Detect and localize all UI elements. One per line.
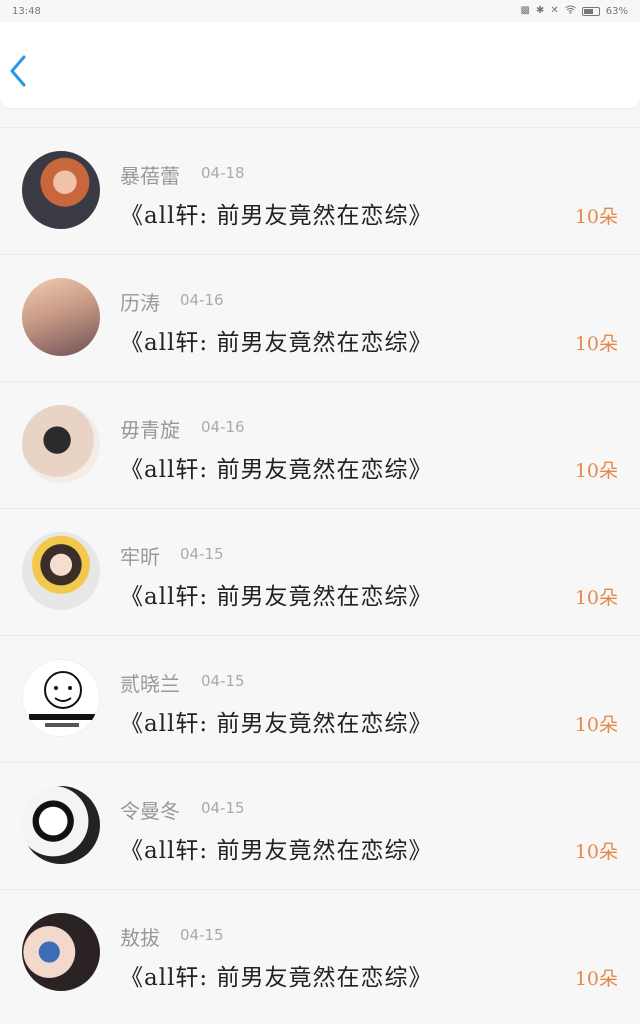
list-item[interactable]: 令曼冬 04-15 《all轩: 前男友竟然在恋综》 10朵 xyxy=(0,762,640,889)
gift-list: 暴蓓蕾 04-18 《all轩: 前男友竟然在恋综》 10朵 历涛 04-16 … xyxy=(0,127,640,1016)
user-name: 令曼冬 xyxy=(120,799,180,823)
user-name: 暴蓓蕾 xyxy=(120,164,180,188)
status-bar: 13:48 ▩ ✱ ✕ 63% xyxy=(0,0,640,22)
list-item[interactable]: 敖拔 04-15 《all轩: 前男友竟然在恋综》 10朵 xyxy=(0,889,640,1016)
gift-amount: 10朵 xyxy=(574,841,618,863)
avatar xyxy=(22,405,100,483)
status-icons: ▩ ✱ ✕ 63% xyxy=(521,5,628,17)
avatar xyxy=(22,278,100,356)
work-title: 《all轩: 前男友竟然在恋综》 xyxy=(120,711,433,737)
user-name: 敖拔 xyxy=(120,926,160,950)
gift-amount: 10朵 xyxy=(574,968,618,990)
status-time: 13:48 xyxy=(12,5,41,17)
list-item[interactable]: 牢昕 04-15 《all轩: 前男友竟然在恋综》 10朵 xyxy=(0,508,640,635)
work-title: 《all轩: 前男友竟然在恋综》 xyxy=(120,838,433,864)
work-title: 《all轩: 前男友竟然在恋综》 xyxy=(120,203,433,229)
work-title: 《all轩: 前男友竟然在恋综》 xyxy=(120,330,433,356)
list-item[interactable]: 历涛 04-16 《all轩: 前男友竟然在恋综》 10朵 xyxy=(0,254,640,381)
date: 04-15 xyxy=(180,926,224,944)
avatar xyxy=(22,659,100,737)
date: 04-15 xyxy=(201,799,245,817)
work-title: 《all轩: 前男友竟然在恋综》 xyxy=(120,965,433,991)
nfc-icon: ▩ xyxy=(520,5,530,16)
avatar xyxy=(22,151,100,229)
work-title: 《all轩: 前男友竟然在恋综》 xyxy=(120,457,433,483)
battery-percent: 63% xyxy=(605,5,628,17)
battery-icon xyxy=(581,6,600,16)
user-name: 牢昕 xyxy=(120,545,160,569)
mute-icon: ✕ xyxy=(550,5,559,16)
chevron-left-icon xyxy=(10,55,26,87)
user-name: 毋青旋 xyxy=(120,418,180,442)
back-button[interactable] xyxy=(6,54,30,88)
wifi-icon xyxy=(564,5,576,17)
avatar xyxy=(22,913,100,991)
meme-icon xyxy=(29,671,95,727)
bluetooth-icon: ✱ xyxy=(535,5,545,16)
gift-amount: 10朵 xyxy=(574,206,618,228)
date: 04-16 xyxy=(180,291,224,309)
work-title: 《all轩: 前男友竟然在恋综》 xyxy=(120,584,433,610)
gift-amount: 10朵 xyxy=(574,714,618,736)
gift-amount: 10朵 xyxy=(574,460,618,482)
date: 04-16 xyxy=(201,418,245,436)
list-item[interactable]: 暴蓓蕾 04-18 《all轩: 前男友竟然在恋综》 10朵 xyxy=(0,127,640,254)
header-bar xyxy=(0,22,640,108)
date: 04-18 xyxy=(201,164,245,182)
list-item[interactable]: 贰晓兰 04-15 《all轩: 前男友竟然在恋综》 10朵 xyxy=(0,635,640,762)
user-name: 历涛 xyxy=(120,291,160,315)
avatar xyxy=(22,532,100,610)
user-name: 贰晓兰 xyxy=(120,672,180,696)
date: 04-15 xyxy=(201,672,245,690)
gift-amount: 10朵 xyxy=(574,333,618,355)
gift-amount: 10朵 xyxy=(574,587,618,609)
list-item[interactable]: 毋青旋 04-16 《all轩: 前男友竟然在恋综》 10朵 xyxy=(0,381,640,508)
avatar xyxy=(22,786,100,864)
date: 04-15 xyxy=(180,545,224,563)
